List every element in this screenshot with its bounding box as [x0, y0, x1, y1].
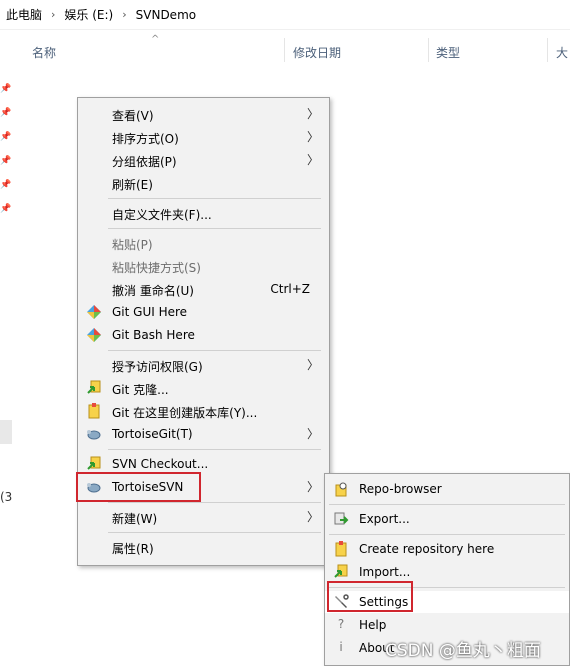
highlight-box	[327, 581, 413, 612]
menu-item-label: Git Bash Here	[112, 328, 195, 342]
git-diamond-icon	[87, 305, 101, 319]
menu-item-paste[interactable]: 粘贴(P)	[78, 232, 329, 254]
column-name[interactable]: 名称	[32, 44, 56, 61]
pin-icon: 📌	[0, 156, 12, 166]
menu-item-label: 撤消 重命名(U)	[112, 284, 194, 298]
pin-icon: 📌	[0, 204, 12, 214]
chevron-right-icon: 〉	[306, 510, 319, 524]
menu-separator	[329, 534, 565, 535]
git-diamond-icon	[87, 328, 101, 342]
menu-item-label: TortoiseGit(T)	[112, 427, 193, 441]
menu-item-label: Git 克隆...	[112, 383, 169, 397]
menu-item-undo-rename[interactable]: 撤消 重命名(U) Ctrl+Z	[78, 278, 329, 300]
menu-item-label: 新建(W)	[112, 512, 158, 526]
column-divider[interactable]	[284, 38, 285, 62]
menu-item-repo-browser[interactable]: Repo-browser	[325, 478, 569, 500]
pin-icon: 📌	[0, 132, 12, 142]
git-clone-icon	[87, 380, 101, 394]
menu-item-label: Help	[359, 618, 387, 632]
menu-separator	[108, 449, 321, 450]
menu-item-label: 粘贴快捷方式(S)	[112, 261, 201, 275]
nav-pane-selected-item[interactable]	[0, 420, 12, 444]
breadcrumb-drive-e[interactable]: 娱乐 (E:)	[64, 6, 113, 23]
column-divider[interactable]	[547, 38, 548, 62]
menu-item-help[interactable]: ? Help	[325, 614, 569, 636]
menu-item-tortoisegit[interactable]: TortoiseGit(T) 〉	[78, 423, 329, 445]
menu-item-label: Create repository here	[359, 542, 495, 556]
menu-item-label: Git GUI Here	[112, 305, 188, 319]
menu-item-export[interactable]: Export...	[325, 508, 569, 530]
menu-item-label: 刷新(E)	[112, 178, 153, 192]
column-divider[interactable]	[428, 38, 429, 62]
menu-item-git-create-repo[interactable]: Git 在这里创建版本库(Y)...	[78, 400, 329, 422]
menu-item-sort[interactable]: 排序方式(O) 〉	[78, 126, 329, 148]
column-modified[interactable]: 修改日期	[293, 44, 341, 61]
column-type[interactable]: 类型	[436, 44, 460, 61]
menu-item-customize-folder[interactable]: 自定义文件夹(F)...	[78, 202, 329, 224]
menu-item-label: 排序方式(O)	[112, 132, 179, 146]
chevron-right-icon[interactable]: ›	[122, 8, 126, 21]
menu-separator	[108, 502, 321, 503]
menu-item-label: 授予访问权限(G)	[112, 360, 203, 374]
chevron-right-icon: 〉	[306, 358, 319, 372]
chevron-right-icon: 〉	[306, 107, 319, 121]
create-repo-icon	[335, 541, 347, 557]
menu-item-label: Export...	[359, 512, 410, 526]
pin-icon: 📌	[0, 108, 12, 118]
tortoise-icon	[87, 430, 101, 440]
pin-icon: 📌	[0, 180, 12, 190]
menu-item-label: 属性(R)	[112, 542, 154, 556]
menu-item-git-gui[interactable]: Git GUI Here	[78, 301, 329, 323]
menu-item-grant-access[interactable]: 授予访问权限(G) 〉	[78, 354, 329, 376]
sort-up-icon: ^	[151, 34, 160, 45]
menu-item-paste-shortcut[interactable]: 粘贴快捷方式(S)	[78, 255, 329, 277]
menu-item-shortcut: Ctrl+Z	[270, 282, 310, 296]
menu-item-git-clone[interactable]: Git 克隆...	[78, 377, 329, 399]
svn-checkout-icon	[87, 456, 101, 470]
menu-separator	[108, 228, 321, 229]
menu-item-label: Git 在这里创建版本库(Y)...	[112, 406, 258, 420]
menu-separator	[108, 532, 321, 533]
menu-item-properties[interactable]: 属性(R)	[78, 536, 329, 558]
chevron-right-icon: 〉	[306, 480, 319, 494]
menu-item-label: Import...	[359, 565, 411, 579]
menu-item-import[interactable]: Import...	[325, 561, 569, 583]
import-icon	[334, 564, 348, 578]
chevron-right-icon: 〉	[306, 130, 319, 144]
menu-item-refresh[interactable]: 刷新(E)	[78, 172, 329, 194]
menu-item-label: Repo-browser	[359, 482, 442, 496]
column-header-row: ^ 名称 修改日期 类型 大	[0, 34, 570, 64]
highlight-box	[76, 472, 201, 502]
menu-item-label: SVN Checkout...	[112, 457, 209, 471]
breadcrumb: 此电脑 › 娱乐 (E:) › SVNDemo	[0, 0, 570, 30]
breadcrumb-this-pc[interactable]: 此电脑	[6, 6, 42, 23]
chevron-right-icon: 〉	[306, 427, 319, 441]
menu-item-label: 查看(V)	[112, 109, 154, 123]
breadcrumb-svndemo[interactable]: SVNDemo	[136, 8, 196, 22]
watermark: CSDN @鱼丸丶粗面	[385, 641, 541, 661]
menu-separator	[108, 198, 321, 199]
column-size[interactable]: 大	[556, 44, 568, 61]
menu-item-create-repository[interactable]: Create repository here	[325, 538, 569, 560]
menu-item-label: 粘贴(P)	[112, 238, 153, 252]
chevron-right-icon[interactable]: ›	[51, 8, 55, 21]
repo-browser-icon	[335, 482, 347, 497]
menu-separator	[108, 350, 321, 351]
menu-item-git-bash[interactable]: Git Bash Here	[78, 324, 329, 346]
question-mark-icon: ?	[337, 617, 345, 631]
menu-item-view[interactable]: 查看(V) 〉	[78, 103, 329, 125]
export-icon	[334, 512, 349, 525]
menu-item-new[interactable]: 新建(W) 〉	[78, 506, 329, 528]
info-icon: i	[339, 640, 343, 654]
pin-icon: 📌	[0, 84, 12, 94]
menu-item-label: 自定义文件夹(F)...	[112, 208, 212, 222]
menu-item-group[interactable]: 分组依据(P) 〉	[78, 149, 329, 171]
chevron-right-icon: 〉	[306, 153, 319, 167]
menu-separator	[329, 504, 565, 505]
nav-pane-fragment: (3	[0, 490, 13, 504]
git-create-repo-icon	[88, 403, 100, 419]
menu-item-label: 分组依据(P)	[112, 155, 177, 169]
